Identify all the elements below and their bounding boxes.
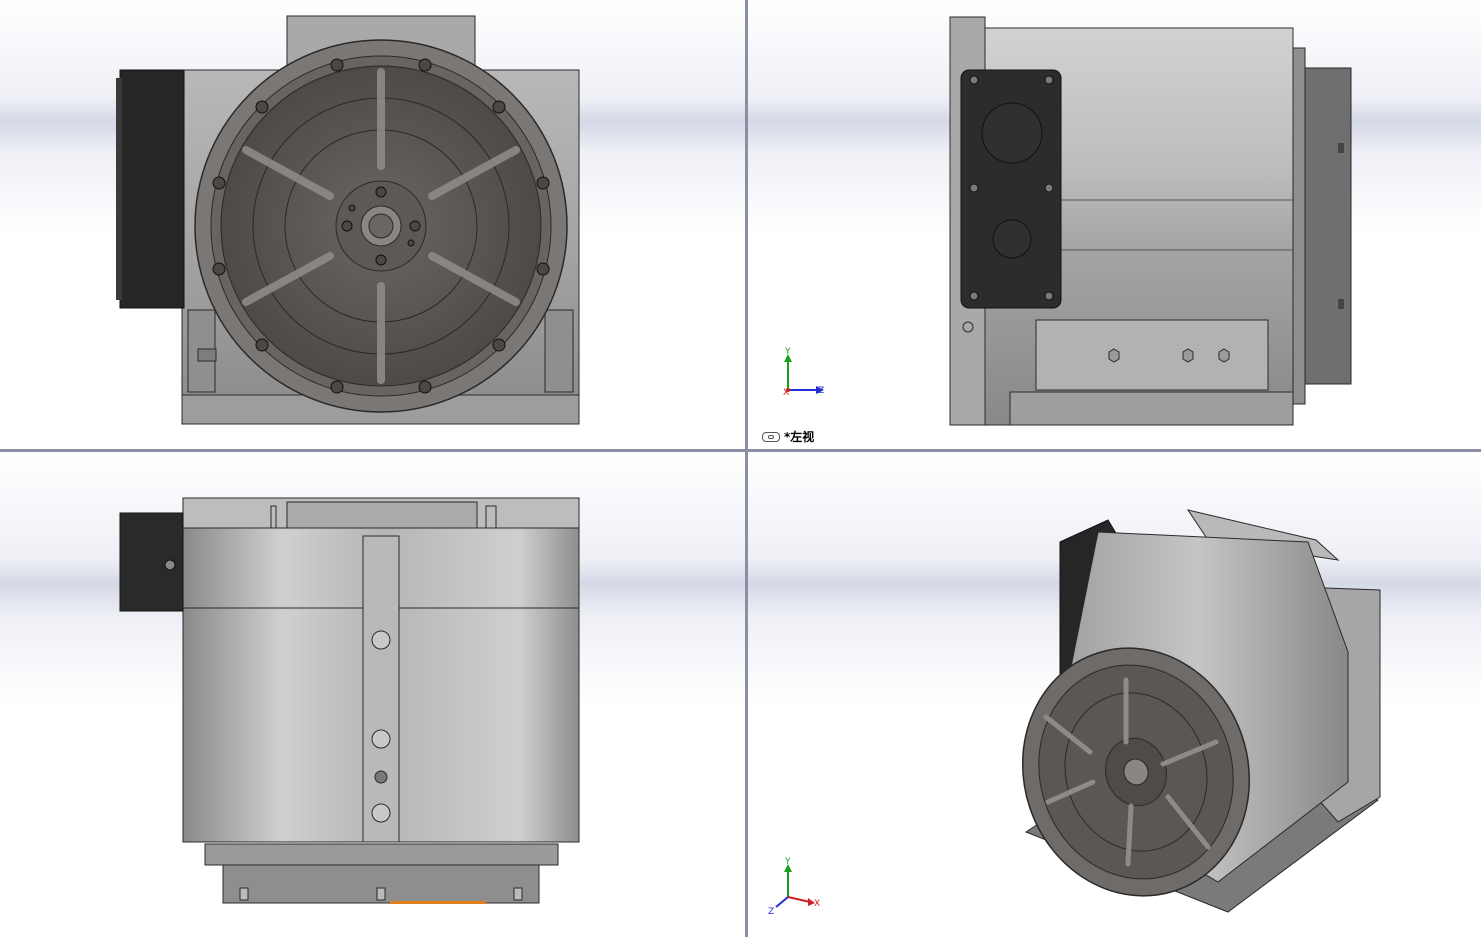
accent-edge (390, 901, 486, 904)
link-view-icon[interactable] (762, 431, 780, 442)
bottom-view-model (119, 497, 580, 904)
axis-triad-iso: Y X Z (768, 857, 820, 917)
horizontal-viewport-divider[interactable] (0, 449, 1481, 452)
iso-axis-y-label: Y (784, 857, 791, 867)
front-viewport[interactable] (0, 0, 745, 449)
front-view-model (116, 15, 580, 425)
iso-axis-z-label: Z (768, 907, 774, 917)
iso-axis-x-label: X (814, 899, 820, 909)
left-view-model: Y Z X (783, 16, 1352, 426)
vertical-viewport-divider[interactable] (745, 0, 748, 937)
view-name-label: *左视 (762, 428, 814, 445)
iso-view-model: Y X Z (768, 509, 1381, 917)
iso-viewport[interactable]: Y X Z (748, 452, 1481, 937)
axis-z-label: Z (818, 386, 824, 396)
view-name-text: *左视 (784, 430, 815, 444)
bottom-viewport[interactable] (0, 452, 745, 937)
axis-x-label: X (783, 388, 789, 398)
left-viewport[interactable]: Y Z X *左视 (748, 0, 1481, 449)
axis-triad: Y Z X (783, 347, 824, 398)
cad-graphics-area[interactable]: Y Z X *左视 Y X Z (0, 0, 1481, 937)
axis-y-label: Y (784, 347, 791, 357)
